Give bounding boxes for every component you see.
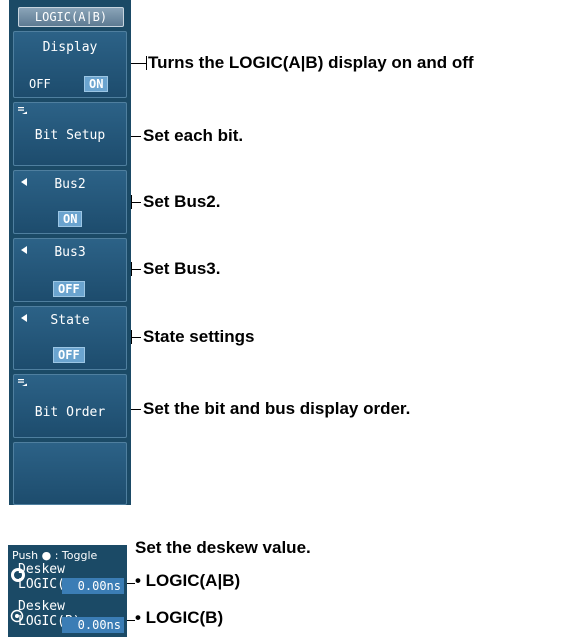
annotation-bus2: Set Bus2.: [143, 192, 221, 211]
bus3-label: Bus3: [54, 245, 86, 260]
bus3-state: OFF: [53, 281, 85, 297]
display-off-option: OFF: [29, 77, 51, 91]
annotation-bus3: Set Bus3.: [143, 259, 221, 278]
callout-line: [131, 409, 141, 410]
state-label: State: [50, 313, 90, 328]
submenu-icon: [18, 107, 27, 114]
bus2-label: Bus2: [54, 177, 86, 192]
panel-title: LOGIC(A|B): [18, 7, 124, 27]
callout-tick: [146, 56, 147, 70]
display-button[interactable]: Display OFF ON: [13, 31, 127, 98]
annotation-deskew-title: Set the deskew value.: [135, 538, 311, 557]
display-label: Display: [42, 40, 98, 55]
callout-line: [131, 269, 141, 270]
bit-order-label: Bit Order: [34, 405, 106, 420]
annotation-deskew-b: • LOGIC(B): [135, 608, 224, 627]
bus2-state: ON: [58, 211, 83, 227]
callout-line: [131, 337, 141, 338]
callout-line: [131, 136, 141, 137]
annotation-bit-order: Set the bit and bus display order.: [143, 399, 411, 418]
display-on-option: ON: [84, 76, 109, 92]
submenu-icon: [18, 379, 27, 386]
softkey-panel: LOGIC(A|B) Display OFF ON Bit Setup Bus2…: [9, 0, 131, 505]
state-button[interactable]: State OFF: [13, 306, 127, 370]
push-toggle-hint: Push ● : Toggle: [12, 549, 98, 562]
deskew-logic-a-value[interactable]: 0.00ns: [62, 578, 124, 594]
annotation-bit-setup: Set each bit.: [143, 126, 244, 145]
deskew-panel: Push ● : Toggle Deskew LOGIC(A) 0.00ns D…: [8, 545, 127, 637]
annotation-display: Turns the LOGIC(A|B) display on and off: [148, 53, 474, 72]
empty-softkey: [13, 442, 127, 505]
annotation-state: State settings: [143, 327, 255, 346]
bus2-button[interactable]: Bus2 ON: [13, 170, 127, 234]
bit-setup-button[interactable]: Bit Setup: [13, 102, 127, 166]
bit-setup-label: Bit Setup: [34, 128, 106, 143]
annotation-deskew-a: • LOGIC(A|B): [135, 571, 241, 590]
bit-order-button[interactable]: Bit Order: [13, 374, 127, 438]
callout-line: [131, 202, 141, 203]
bus3-button[interactable]: Bus3 OFF: [13, 238, 127, 302]
deskew-logic-b-value[interactable]: 0.00ns: [62, 617, 124, 633]
state-state: OFF: [53, 347, 85, 363]
callout-line: [131, 63, 146, 64]
